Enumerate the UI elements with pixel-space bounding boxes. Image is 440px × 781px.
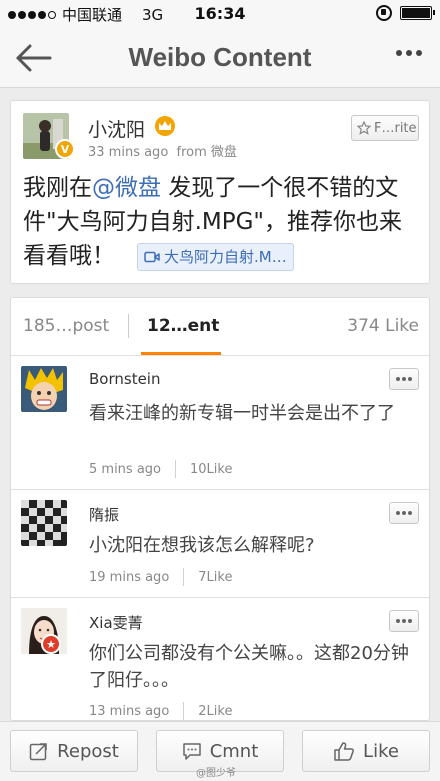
post-time: 33 mins ago — [88, 145, 169, 160]
tab-likes[interactable]: 374 Like — [347, 316, 419, 336]
page-title: Weibo Content — [128, 42, 312, 72]
tab-reposts[interactable]: 185…post — [23, 316, 109, 336]
tab-divider — [128, 314, 129, 338]
comment-like-count[interactable]: 10Like — [190, 462, 232, 477]
favorite-button[interactable]: F…rite — [351, 115, 419, 141]
watermark: @图少爷 — [196, 768, 236, 779]
comment-meta: 13 mins ago 2Like — [89, 702, 232, 720]
attachment-label: 大鸟阿力自射.M… — [164, 247, 287, 266]
vip-crown-icon — [155, 116, 175, 136]
comment-text: 小沈阳在想我该怎么解释呢? — [89, 535, 315, 556]
comment-item: Bornstein 看来汪峰的新专辑一时半会是出不了了 5 mins ago 10… — [11, 356, 429, 490]
comment-text: 你们公司都没有个公关嘛。。这都20分钟了阳仔。。。 — [89, 643, 409, 691]
comment-more-button[interactable] — [389, 368, 419, 390]
commenter-avatar[interactable] — [21, 366, 67, 412]
rotation-lock-icon — [376, 5, 392, 21]
comment-item: 隋振 小沈阳在想我该怎么解释呢? 19 mins ago 7Like — [11, 490, 429, 598]
comment-meta: 5 mins ago 10Like — [89, 460, 232, 478]
verified-badge-icon: V — [55, 139, 75, 159]
comment-label: Cmnt — [209, 740, 259, 762]
tab-comments[interactable]: 12…ent — [147, 316, 219, 336]
commenter-name[interactable]: Xia雯菁 — [89, 612, 143, 633]
feedback-tabs: 185…post 12…ent 374 Like — [11, 298, 429, 356]
post-text-before: 我刚在 — [23, 175, 92, 201]
comment-icon — [182, 743, 201, 760]
comment-time: 19 mins ago — [89, 569, 170, 585]
clock: 16:34 — [194, 4, 246, 23]
navigation-bar: Weibo Content — [0, 28, 440, 88]
comments-card: 185…post 12…ent 374 Like Bornstein 看来汪峰的… — [10, 297, 430, 721]
repost-label: Repost — [57, 740, 119, 762]
post-meta: 33 mins ago from 微盘 — [88, 141, 237, 160]
status-icons — [376, 5, 435, 21]
comment-meta: 19 mins ago 7Like — [89, 568, 232, 586]
user-badge-icon: ★ — [41, 634, 61, 654]
comment-more-button[interactable] — [389, 610, 419, 632]
thumbs-up-icon — [334, 742, 354, 761]
favorite-label: F…rite — [374, 120, 417, 136]
more-dots-icon — [396, 511, 400, 515]
status-bar: 中国联通 3G 16:34 — [0, 0, 440, 28]
repost-button[interactable]: Repost — [10, 730, 138, 772]
like-label: Like — [363, 740, 399, 762]
star-icon — [357, 121, 371, 135]
commenter-name[interactable]: 隋振 — [89, 504, 119, 525]
more-dots-icon — [396, 377, 400, 381]
more-dots-icon — [396, 619, 400, 623]
active-tab-indicator — [141, 352, 221, 355]
comment-time: 5 mins ago — [89, 461, 161, 477]
comment-like-count[interactable]: 2Like — [198, 704, 232, 719]
post-text: 我刚在@微盘 发现了一个很不错的文件"大鸟阿力自射.MPG"，推荐你也来看看哦！… — [23, 171, 423, 273]
video-file-icon — [144, 251, 160, 262]
comment-time: 13 mins ago — [89, 703, 170, 719]
post-card: V 小沈阳 33 mins ago from 微盘 F…rite 我刚在@微盘 … — [10, 100, 430, 284]
post-source: from 微盘 — [176, 145, 237, 160]
comment-text: 看来汪峰的新专辑一时半会是出不了了 — [89, 403, 395, 424]
commenter-name[interactable]: Bornstein — [89, 370, 160, 388]
more-dots-icon — [396, 50, 402, 56]
comment-item: ★ Xia雯菁 你们公司都没有个公关嘛。。这都20分钟了阳仔。。。 13 min… — [11, 598, 429, 720]
poster-name[interactable]: 小沈阳 — [88, 115, 145, 142]
attachment-chip[interactable]: 大鸟阿力自射.M… — [137, 242, 294, 271]
mention-link[interactable]: @微盘 — [92, 175, 161, 201]
repost-icon — [29, 743, 47, 761]
commenter-avatar[interactable] — [21, 500, 67, 546]
like-button[interactable]: Like — [302, 730, 430, 772]
more-options-button[interactable] — [396, 50, 422, 56]
comment-like-count[interactable]: 7Like — [198, 570, 232, 585]
comment-more-button[interactable] — [389, 502, 419, 524]
battery-icon — [400, 6, 435, 20]
